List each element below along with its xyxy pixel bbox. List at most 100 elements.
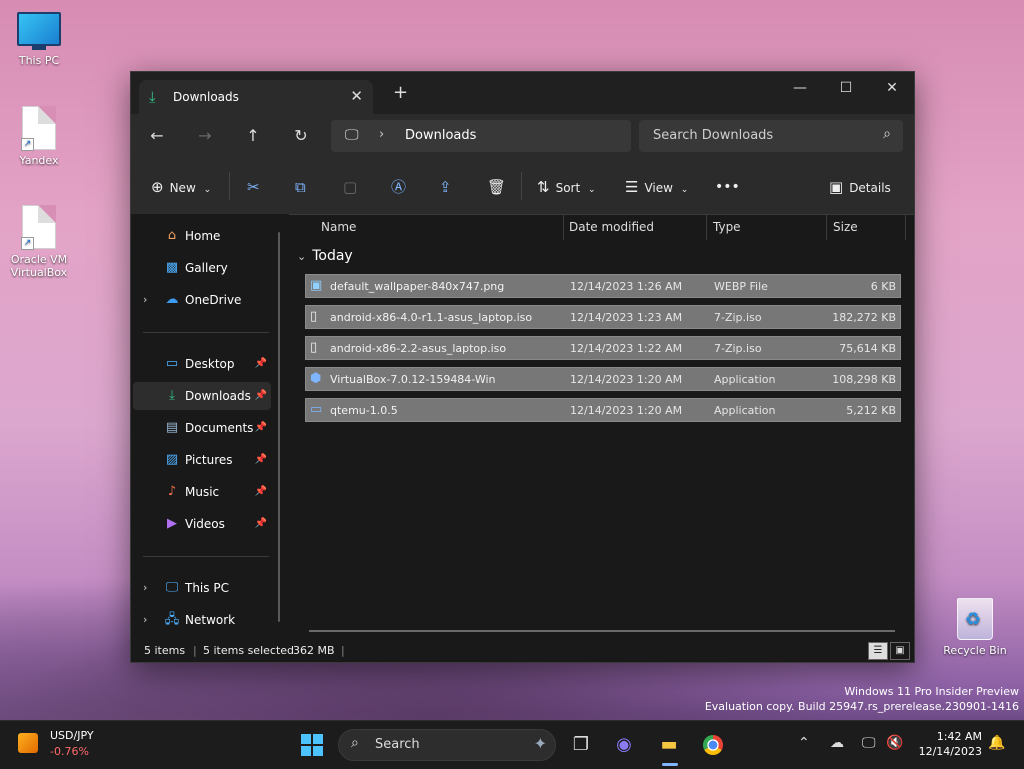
file-shortcut-icon: ↗ (21, 106, 56, 151)
sidebar-item-network[interactable]: › 🖧 Network (133, 606, 271, 634)
taskbar-search[interactable]: ⌕ Search ✦ (338, 729, 556, 761)
sidebar-scrollbar[interactable] (278, 232, 280, 622)
table-row[interactable]: ▭ qtemu-1.0.5 12/14/2023 1:20 AM Applica… (305, 398, 901, 422)
paste-button[interactable]: ▢ (343, 176, 363, 198)
clipboard-icon: ▢ (343, 178, 358, 196)
back-arrow-icon[interactable]: ← (143, 124, 171, 148)
desktop-icon-recycle-bin[interactable]: ♻ Recycle Bin (940, 598, 1010, 657)
column-divider[interactable] (706, 214, 707, 240)
forward-arrow-icon[interactable]: → (191, 124, 219, 148)
delete-button[interactable]: 🗑 (487, 176, 512, 198)
chevron-right-icon[interactable]: › (143, 606, 147, 634)
task-view-icon[interactable]: ❐ (566, 731, 596, 759)
desktop-icon-label: VirtualBox (10, 266, 68, 279)
column-divider[interactable] (563, 214, 564, 240)
notification-bell-icon[interactable]: 🔔 (988, 735, 1005, 751)
sidebar-item-onedrive[interactable]: › ☁ OneDrive (133, 286, 271, 314)
sidebar-item-videos[interactable]: ▶ Videos 📌 (133, 510, 271, 538)
column-divider[interactable] (905, 214, 906, 240)
column-header-date[interactable]: Date modified (569, 220, 654, 234)
documents-icon: ▤ (165, 420, 179, 435)
chevron-up-icon[interactable]: ⌃ (798, 735, 810, 751)
pin-icon[interactable]: 📌 (255, 446, 267, 474)
details-view-icon[interactable]: ☰ (868, 642, 888, 660)
file-type: 7-Zip.iso (714, 311, 762, 324)
table-row[interactable]: ⬢ VirtualBox-7.0.12-159484-Win 12/14/202… (305, 367, 901, 391)
close-button[interactable]: ✕ (869, 74, 915, 102)
up-arrow-icon[interactable]: ↑ (239, 124, 267, 148)
chevron-right-icon[interactable]: › (143, 574, 147, 602)
computer-icon: 🖵 (165, 580, 179, 595)
teams-chat-icon[interactable]: ◉ (609, 731, 639, 759)
horizontal-scrollbar[interactable] (309, 630, 895, 632)
close-tab-icon[interactable]: ✕ (350, 87, 363, 105)
sidebar-item-pictures[interactable]: ▨ Pictures 📌 (133, 446, 271, 474)
clock[interactable]: 1:42 AM 12/14/2023 (919, 729, 982, 759)
tab-downloads[interactable]: ⤓ Downloads ✕ (139, 80, 373, 114)
home-icon: ⌂ (167, 228, 177, 243)
network-icon[interactable]: 🖵 (862, 735, 876, 751)
pin-icon[interactable]: 📌 (255, 414, 267, 442)
new-button[interactable]: ⊕ New ⌄ (151, 176, 211, 198)
volume-icon[interactable]: 🔇 (886, 735, 903, 751)
rename-button[interactable]: Ⓐ (391, 176, 412, 198)
pin-icon[interactable]: 📌 (255, 510, 267, 538)
tiles-view-icon[interactable]: ▣ (890, 642, 910, 660)
share-button[interactable]: ⇪ (439, 176, 458, 198)
sidebar-item-this-pc[interactable]: › 🖵 This PC (133, 574, 271, 602)
sidebar-item-label: Home (185, 229, 221, 243)
pin-icon[interactable]: 📌 (255, 350, 267, 378)
sidebar-item-desktop[interactable]: ▭ Desktop 📌 (133, 350, 271, 378)
start-button[interactable] (297, 731, 327, 759)
sidebar-item-downloads[interactable]: ⤓ Downloads 📌 (133, 382, 271, 410)
table-row[interactable]: ▣ default_wallpaper-840x747.png 12/14/20… (305, 274, 901, 298)
selection-size: 362 MB (293, 644, 335, 657)
copy-button[interactable]: ⧉ (295, 176, 312, 198)
breadcrumb[interactable]: Downloads (405, 128, 476, 143)
desktop-icon-this-pc[interactable]: This PC (4, 12, 74, 67)
virtualbox-icon: ⬢ (310, 371, 322, 386)
new-tab-button[interactable]: + (393, 82, 408, 103)
desktop-icon-yandex[interactable]: ↗ Yandex (4, 106, 74, 167)
maximize-button[interactable]: ☐ (823, 74, 869, 102)
watermark-line: Windows 11 Pro Insider Preview (844, 685, 1019, 698)
refresh-icon[interactable]: ↻ (287, 124, 315, 148)
table-row[interactable]: ▯ android-x86-4.0-r1.1-asus_laptop.iso 1… (305, 305, 901, 329)
column-header-size[interactable]: Size (833, 220, 858, 234)
file-icon: ▯ (310, 340, 318, 355)
widgets-button[interactable]: USD/JPY -0.76% (14, 729, 124, 761)
minimize-button[interactable]: — (777, 74, 823, 102)
column-divider[interactable] (826, 214, 827, 240)
sort-button[interactable]: ⇅ Sort ⌄ (537, 176, 596, 198)
sidebar-item-label: This PC (185, 581, 229, 595)
pin-icon[interactable]: 📌 (255, 478, 267, 506)
column-header-name[interactable]: Name (321, 220, 356, 234)
copy-icon: ⧉ (295, 178, 306, 196)
table-row[interactable]: ▯ android-x86-2.2-asus_laptop.iso 12/14/… (305, 336, 901, 360)
chrome-icon[interactable] (698, 731, 728, 759)
sidebar-item-documents[interactable]: ▤ Documents 📌 (133, 414, 271, 442)
navigation-pane: ⌂ Home ▩ Gallery › ☁ OneDrive ▭ Desktop … (131, 214, 289, 640)
command-bar: ⊕ New ⌄ ✂ ⧉ ▢ Ⓐ ⇪ 🗑 ⇅ Sort ⌄ ☰ View ⌄ ••• ▣… (131, 158, 914, 215)
chevron-right-icon[interactable]: › (379, 127, 384, 142)
sidebar-item-home[interactable]: ⌂ Home (133, 222, 271, 250)
address-bar[interactable]: 🖵 › Downloads (331, 120, 631, 152)
desktop-icon-virtualbox[interactable]: ↗ Oracle VM VirtualBox (4, 205, 74, 279)
cloud-sync-icon[interactable]: ☁ (830, 735, 844, 751)
file-explorer-icon[interactable]: ▬ (654, 731, 684, 759)
file-type: WEBP File (714, 280, 768, 293)
pin-icon[interactable]: 📌 (255, 382, 267, 410)
sidebar-item-gallery[interactable]: ▩ Gallery (133, 254, 271, 282)
column-header-type[interactable]: Type (713, 220, 741, 234)
more-options-button[interactable]: ••• (715, 176, 740, 198)
desktop-icon-label: Oracle VM (10, 253, 68, 266)
active-app-indicator (662, 763, 678, 766)
view-button[interactable]: ☰ View ⌄ (625, 176, 688, 198)
details-button[interactable]: ▣ Details (829, 176, 891, 198)
chevron-right-icon[interactable]: › (143, 286, 147, 314)
group-header-today[interactable]: ⌄ Today (297, 248, 353, 264)
chevron-down-icon: ⌄ (297, 250, 307, 263)
search-input[interactable]: Search Downloads ⌕ (639, 120, 903, 152)
cut-button[interactable]: ✂ (247, 176, 266, 198)
sidebar-item-music[interactable]: ♪ Music 📌 (133, 478, 271, 506)
